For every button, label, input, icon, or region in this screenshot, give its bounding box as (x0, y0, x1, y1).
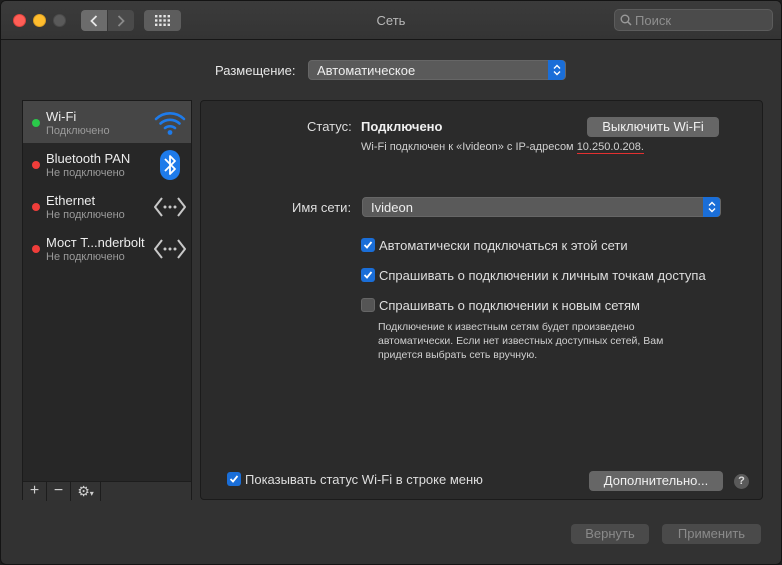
add-service-button[interactable]: + (23, 482, 47, 501)
sidebar-item-name: Bluetooth PAN (46, 151, 131, 166)
ethernet-arrows-icon (154, 197, 186, 217)
show-wifi-status-checkbox[interactable] (227, 472, 241, 486)
popup-arrows-icon (548, 60, 565, 80)
titlebar: Сеть (1, 1, 781, 40)
note-line: придется выбрать сеть вручную. (378, 349, 538, 361)
sidebar-item-wifi[interactable]: Wi-Fi Подключено (23, 101, 191, 143)
auto-join-label: Автоматически подключаться к этой сети (379, 238, 628, 253)
ip-address-value: 10.250.0.208 (576, 141, 641, 153)
search-icon (620, 14, 632, 26)
search-field[interactable] (614, 9, 773, 31)
ask-hotspots-label: Спрашивать о подключении к личным точкам… (379, 268, 706, 283)
popup-arrows-icon (703, 197, 720, 217)
status-dot (32, 245, 40, 253)
bluetooth-icon (160, 150, 180, 180)
auto-join-checkbox[interactable] (361, 238, 375, 252)
status-dot (32, 119, 40, 127)
services-sidebar: Wi-Fi Подключено Bluetooth PAN Не подклю… (22, 100, 192, 501)
checkmark-icon (229, 475, 239, 483)
advanced-button[interactable]: Дополнительно... (589, 471, 723, 491)
network-preferences-window: Сеть Размещение: Автоматическое Wi-Fi По… (0, 0, 782, 565)
ask-new-networks-note: Подключение к известным сетям будет прои… (378, 320, 708, 362)
sidebar-item-status: Подключено (46, 125, 110, 137)
sidebar-item-name: Ethernet (46, 193, 96, 208)
ip-address: 10.250.0.208. (576, 141, 644, 154)
ask-new-networks-checkbox[interactable] (361, 298, 375, 312)
network-name-popup[interactable]: Ivideon (362, 197, 721, 217)
wifi-icon (154, 112, 186, 135)
checkmark-icon (363, 241, 373, 249)
location-value: Автоматическое (317, 63, 416, 78)
sidebar-item-status: Не подключено (46, 167, 125, 179)
search-input[interactable] (635, 10, 769, 30)
sidebar-item-status: Не подключено (46, 251, 125, 263)
turn-off-wifi-button[interactable]: Выключить Wi-Fi (587, 117, 719, 137)
status-label: Статус: (307, 119, 352, 134)
ask-hotspots-checkbox[interactable] (361, 268, 375, 282)
help-button[interactable]: ? (734, 474, 749, 489)
sidebar-item-thunderbolt-bridge[interactable]: Мост T...nderbolt Не подключено (23, 227, 191, 269)
revert-button[interactable]: Вернуть (571, 524, 649, 544)
sidebar-item-bluetooth-pan[interactable]: Bluetooth PAN Не подключено (23, 143, 191, 185)
network-name-value: Ivideon (371, 200, 413, 215)
status-value: Подключено (361, 119, 443, 134)
ask-new-networks-label: Спрашивать о подключении к новым сетям (379, 298, 640, 313)
status-description: Wi-Fi подключен к «Ivideon» с IP-адресом… (361, 141, 644, 154)
note-line: автоматически. Если нет известных доступ… (378, 335, 664, 347)
sidebar-item-ethernet[interactable]: Ethernet Не подключено (23, 185, 191, 227)
status-description-text: Wi-Fi подключен к «Ivideon» с IP-адресом (361, 141, 574, 153)
apply-button[interactable]: Применить (662, 524, 761, 544)
gear-menu-button[interactable]: ⚙▾ (71, 482, 101, 501)
location-label: Размещение: (215, 63, 296, 78)
note-line: Подключение к известным сетям будет прои… (378, 321, 635, 333)
sidebar-item-status: Не подключено (46, 209, 125, 221)
sidebar-item-name: Мост T...nderbolt (46, 235, 145, 250)
status-dot (32, 161, 40, 169)
thunderbolt-bridge-arrows-icon (154, 239, 186, 259)
checkmark-icon (363, 271, 373, 279)
chevron-down-icon: ▾ (89, 489, 94, 498)
sidebar-item-name: Wi-Fi (46, 109, 77, 124)
gear-icon: ⚙ (77, 483, 90, 499)
ip-suffix: . (640, 141, 644, 153)
sidebar-toolbar: + − ⚙▾ (23, 481, 191, 501)
show-wifi-status-label: Показывать статус Wi-Fi в строке меню (245, 472, 483, 487)
network-name-label: Имя сети: (292, 200, 352, 215)
location-popup[interactable]: Автоматическое (308, 60, 566, 80)
status-dot (32, 203, 40, 211)
remove-service-button[interactable]: − (47, 482, 71, 501)
